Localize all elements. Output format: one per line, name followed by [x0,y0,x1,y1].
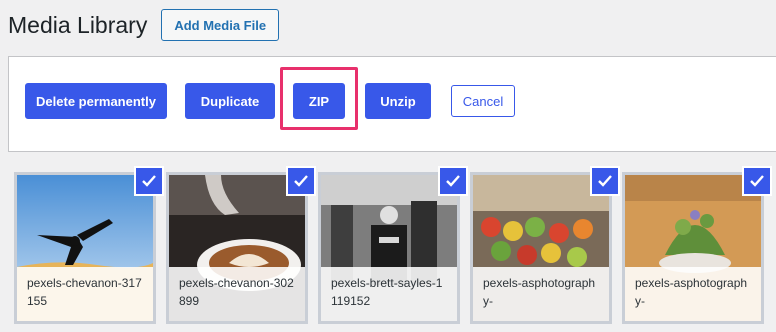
selected-checkbox[interactable] [590,166,620,196]
zip-button[interactable]: ZIP [293,83,345,119]
cancel-button[interactable]: Cancel [451,85,515,117]
media-item-label: pexels-chevanon-317155 [17,267,153,321]
check-icon [598,175,612,187]
media-item-label: pexels-brett-sayles-1119152 [321,267,457,321]
add-media-file-button[interactable]: Add Media File [161,9,280,41]
page-header: Media Library Add Media File [8,8,280,42]
bulk-actions-toolbar: Delete permanently Duplicate ZIP Unzip C… [8,56,776,152]
selected-checkbox[interactable] [742,166,772,196]
check-icon [446,175,460,187]
selected-checkbox[interactable] [134,166,164,196]
check-icon [750,175,764,187]
media-item-label: pexels-chevanon-302899 [169,267,305,321]
media-item-label: pexels-asphotography- [473,267,609,321]
check-icon [294,175,308,187]
media-item-label: pexels-asphotography- [625,267,761,321]
page-title: Media Library [8,11,148,38]
unzip-button[interactable]: Unzip [365,83,431,119]
selected-checkbox[interactable] [286,166,316,196]
selected-checkbox[interactable] [438,166,468,196]
delete-permanently-button[interactable]: Delete permanently [25,83,167,119]
duplicate-button[interactable]: Duplicate [185,83,275,119]
check-icon [142,175,156,187]
